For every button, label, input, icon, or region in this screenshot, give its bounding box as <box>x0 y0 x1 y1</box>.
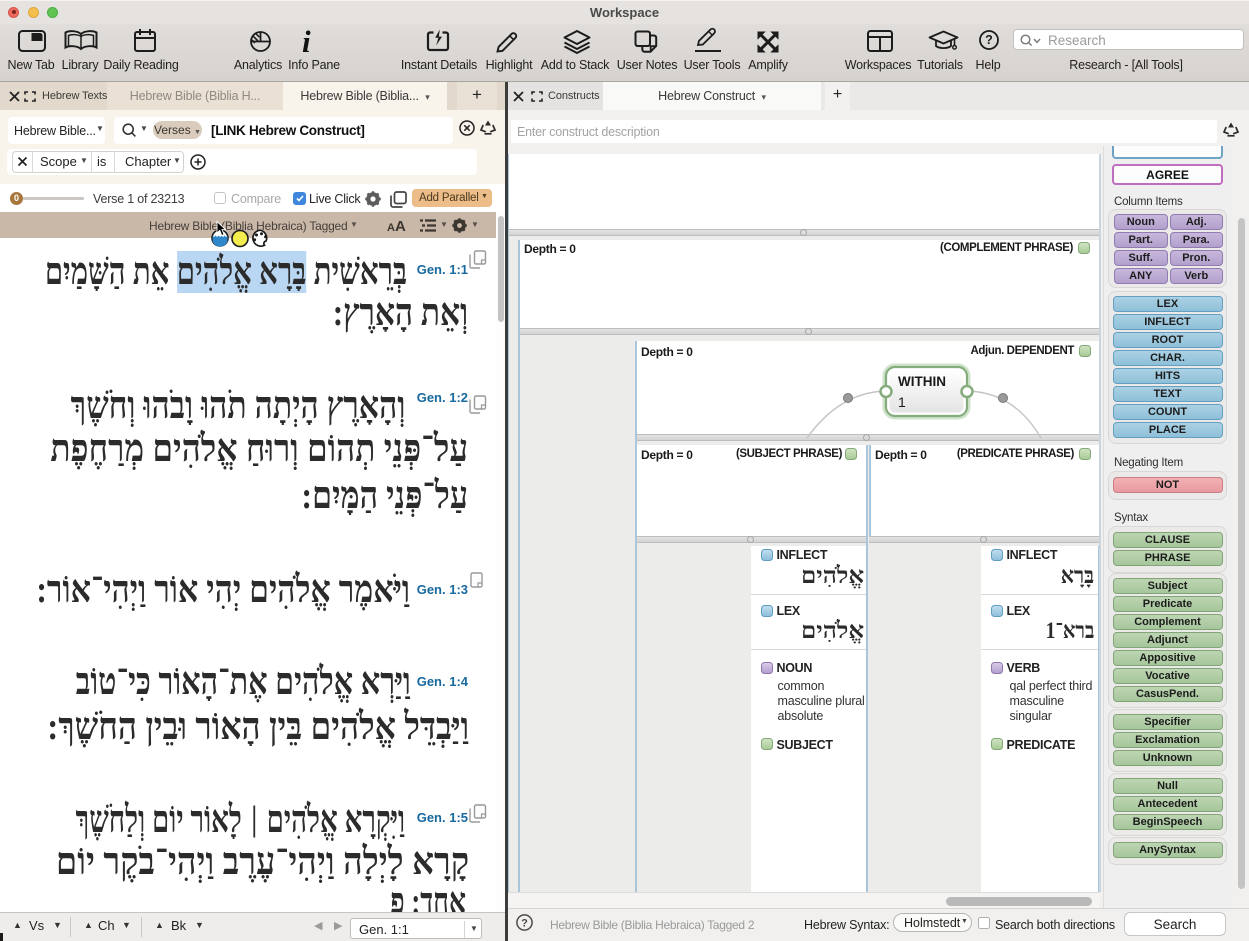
svg-text:WITHIN: WITHIN <box>898 374 946 389</box>
svg-text:1: 1 <box>898 394 906 410</box>
svg-text:?: ? <box>985 33 993 47</box>
svg-text:?: ? <box>521 918 528 930</box>
